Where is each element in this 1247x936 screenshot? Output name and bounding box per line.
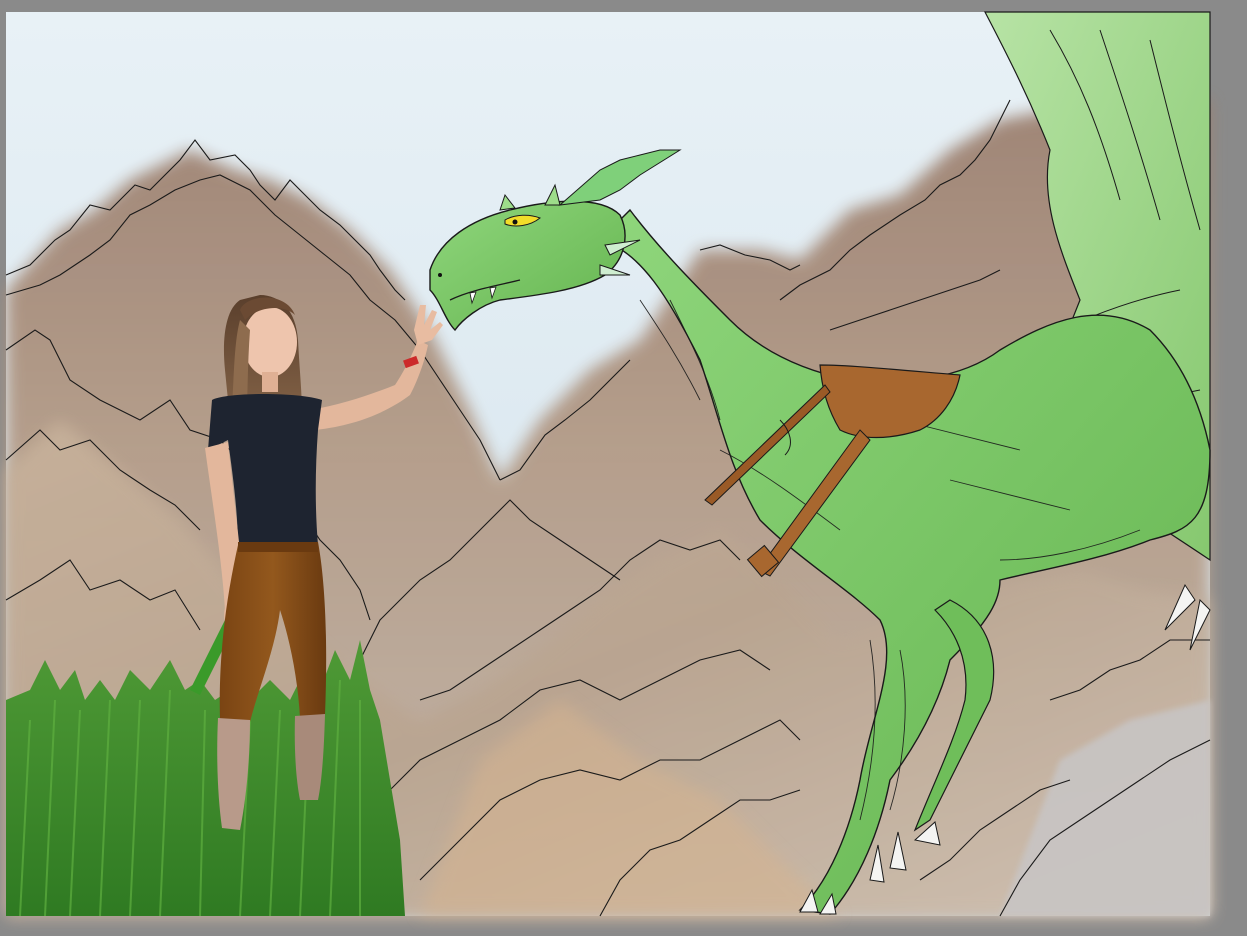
artwork-canvas [0, 0, 1247, 936]
artwork-stage [0, 0, 1247, 936]
